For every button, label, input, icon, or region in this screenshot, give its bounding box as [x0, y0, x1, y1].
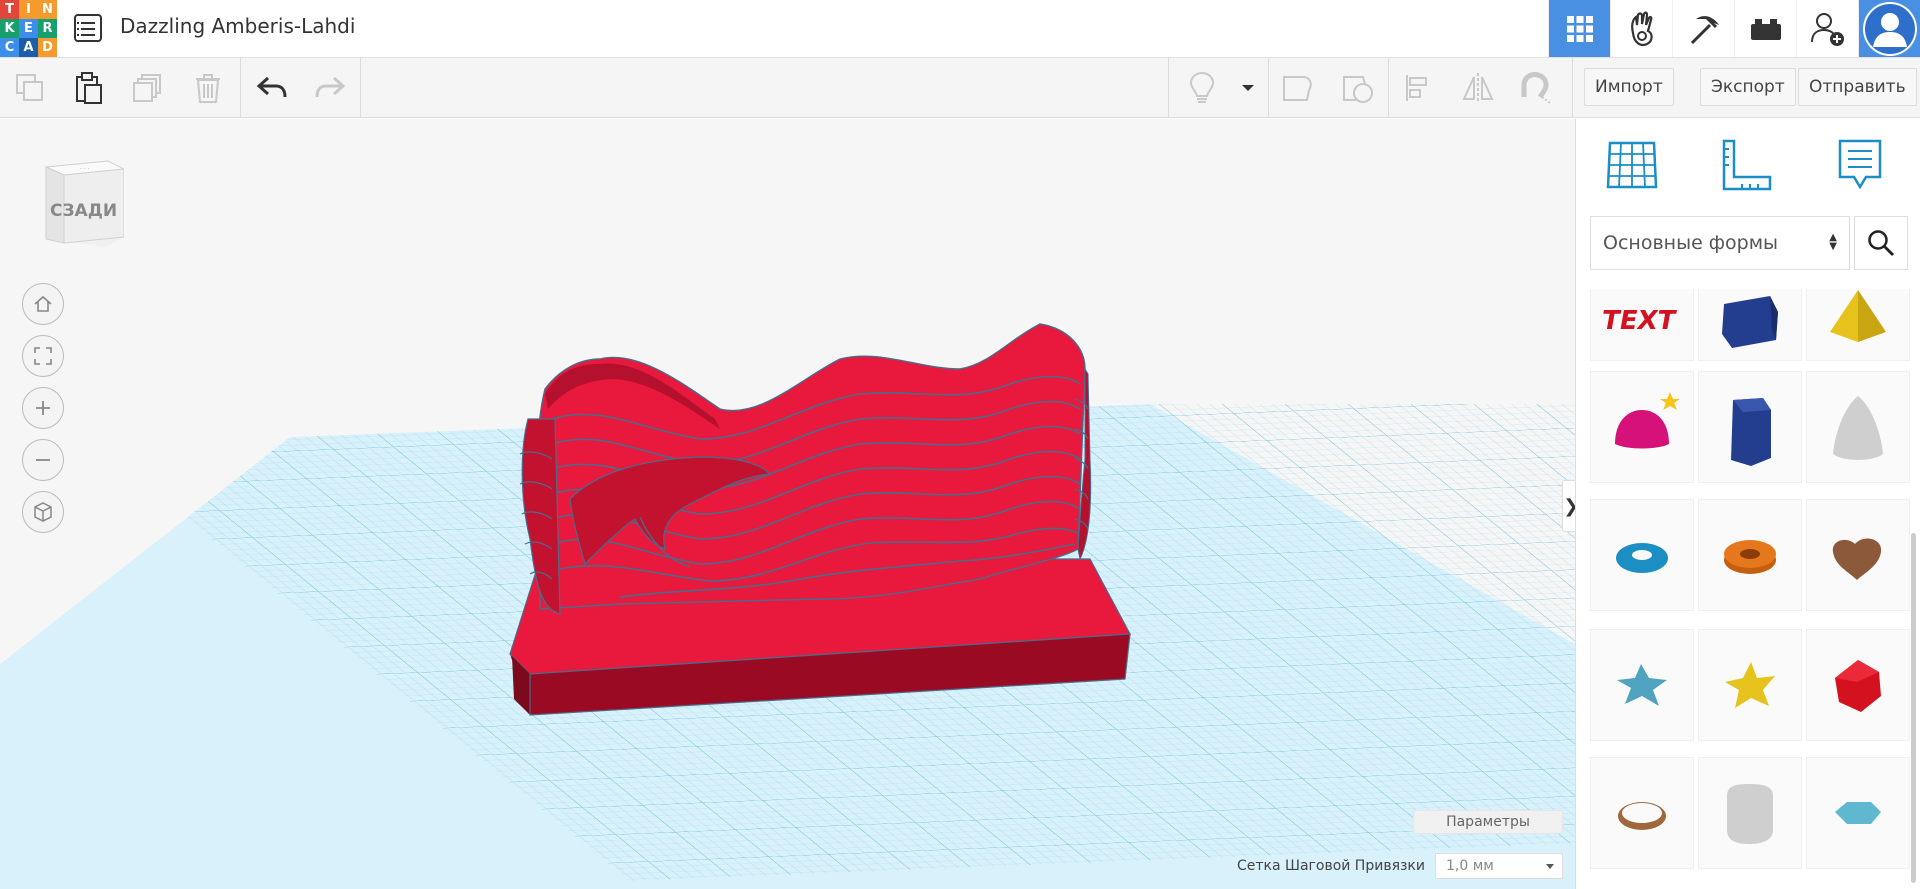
workplane-scene[interactable]: [0, 119, 1575, 889]
ruler-icon[interactable]: [1718, 137, 1774, 193]
delete-icon[interactable]: [190, 70, 226, 106]
grid-view-icon[interactable]: [1548, 0, 1610, 57]
snap-grid-select[interactable]: 1,0 мм: [1435, 853, 1563, 879]
dropdown-arrow-icon[interactable]: [1230, 70, 1266, 106]
copy-icon[interactable]: [12, 70, 48, 106]
hole-icon[interactable]: [1340, 70, 1376, 106]
workplane-icon[interactable]: [1604, 137, 1660, 193]
logo-letter: N: [38, 0, 57, 19]
box-shape[interactable]: [1698, 289, 1802, 361]
logo-letter: A: [19, 38, 38, 57]
duplicate-icon[interactable]: [130, 70, 166, 106]
undo-icon[interactable]: [254, 70, 290, 106]
shape-library: TEXT: [1590, 289, 1910, 889]
snap-grid-label: Сетка Шаговой Привязки: [1236, 858, 1425, 874]
tinker-hand-icon[interactable]: [1610, 0, 1672, 57]
align-icon[interactable]: [1400, 70, 1436, 106]
half-sphere-shape[interactable]: [1590, 371, 1694, 483]
redo-icon[interactable]: [312, 70, 348, 106]
import-button[interactable]: Импорт: [1584, 68, 1674, 106]
search-icon[interactable]: [1854, 216, 1908, 270]
polygon-shape[interactable]: [1698, 371, 1802, 483]
params-button[interactable]: Параметры: [1413, 810, 1563, 834]
logo-letter: I: [19, 0, 38, 19]
project-title[interactable]: Dazzling Amberis-Lahdi: [120, 14, 355, 38]
shapes-panel: Основные формы ▲ ▼ TEXT: [1575, 119, 1920, 889]
fit-icon[interactable]: [22, 335, 64, 377]
shape-category-label: Основные формы: [1603, 232, 1779, 254]
logo-letter: C: [0, 38, 19, 57]
diamond-shape[interactable]: [1806, 757, 1910, 869]
zoom-out-icon[interactable]: [22, 439, 64, 481]
design-list-icon[interactable]: [74, 14, 102, 42]
ortho-icon[interactable]: [22, 491, 64, 533]
pyramid-shape[interactable]: [1806, 289, 1910, 361]
add-user-icon[interactable]: [1796, 0, 1858, 57]
star-yellow-shape[interactable]: [1698, 629, 1802, 741]
top-right-nav: [1548, 0, 1920, 57]
logo-letter: T: [0, 0, 19, 19]
avatar[interactable]: [1858, 0, 1920, 57]
light-bulb-icon[interactable]: [1184, 70, 1220, 106]
pickaxe-icon[interactable]: [1672, 0, 1734, 57]
shape-category-select[interactable]: Основные формы ▲ ▼: [1590, 216, 1850, 270]
tube-shape[interactable]: [1698, 499, 1802, 611]
brick-icon[interactable]: [1734, 0, 1796, 57]
logo-letter: R: [38, 19, 57, 38]
svg-text:TEXT: TEXT: [1602, 306, 1678, 335]
send-button[interactable]: Отправить: [1798, 68, 1917, 106]
red-model[interactable]: [509, 323, 1131, 716]
mirror-icon[interactable]: [1460, 70, 1496, 106]
export-button[interactable]: Экспорт: [1700, 68, 1796, 106]
home-icon[interactable]: [22, 283, 64, 325]
paste-icon[interactable]: [70, 70, 106, 106]
star-shape[interactable]: [1590, 629, 1694, 741]
top-bar: TINKERCAD Dazzling Amberis-Lahdi: [0, 0, 1920, 58]
heart-shape[interactable]: [1806, 499, 1910, 611]
svg-text:· · ·: · · ·: [80, 166, 90, 173]
view-cube-label: СЗАДИ: [50, 201, 118, 221]
torus-shape[interactable]: [1590, 499, 1694, 611]
notes-icon[interactable]: [1832, 137, 1888, 193]
logo-letter: E: [19, 19, 38, 38]
3d-viewport[interactable]: · · · СЗАДИ Параметры Сетка Шаговой Прив…: [0, 119, 1575, 889]
logo-letter: D: [38, 38, 57, 57]
zoom-in-icon[interactable]: [22, 387, 64, 429]
edit-toolbar: Импорт Экспорт Отправить: [0, 58, 1920, 118]
magnet-icon[interactable]: [1518, 70, 1554, 106]
panel-scrollbar[interactable]: [1911, 533, 1916, 883]
select-arrows-icon: ▲ ▼: [1829, 232, 1837, 252]
icosahedron-shape[interactable]: [1806, 629, 1910, 741]
tinkercad-logo[interactable]: TINKERCAD: [0, 0, 57, 57]
logo-letter: K: [0, 19, 19, 38]
ring-shape[interactable]: [1590, 757, 1694, 869]
shape-icon[interactable]: [1280, 70, 1316, 106]
paraboloid-shape[interactable]: [1806, 371, 1910, 483]
text-shape[interactable]: TEXT: [1590, 289, 1694, 361]
rounded-cube-shape[interactable]: [1698, 757, 1802, 869]
